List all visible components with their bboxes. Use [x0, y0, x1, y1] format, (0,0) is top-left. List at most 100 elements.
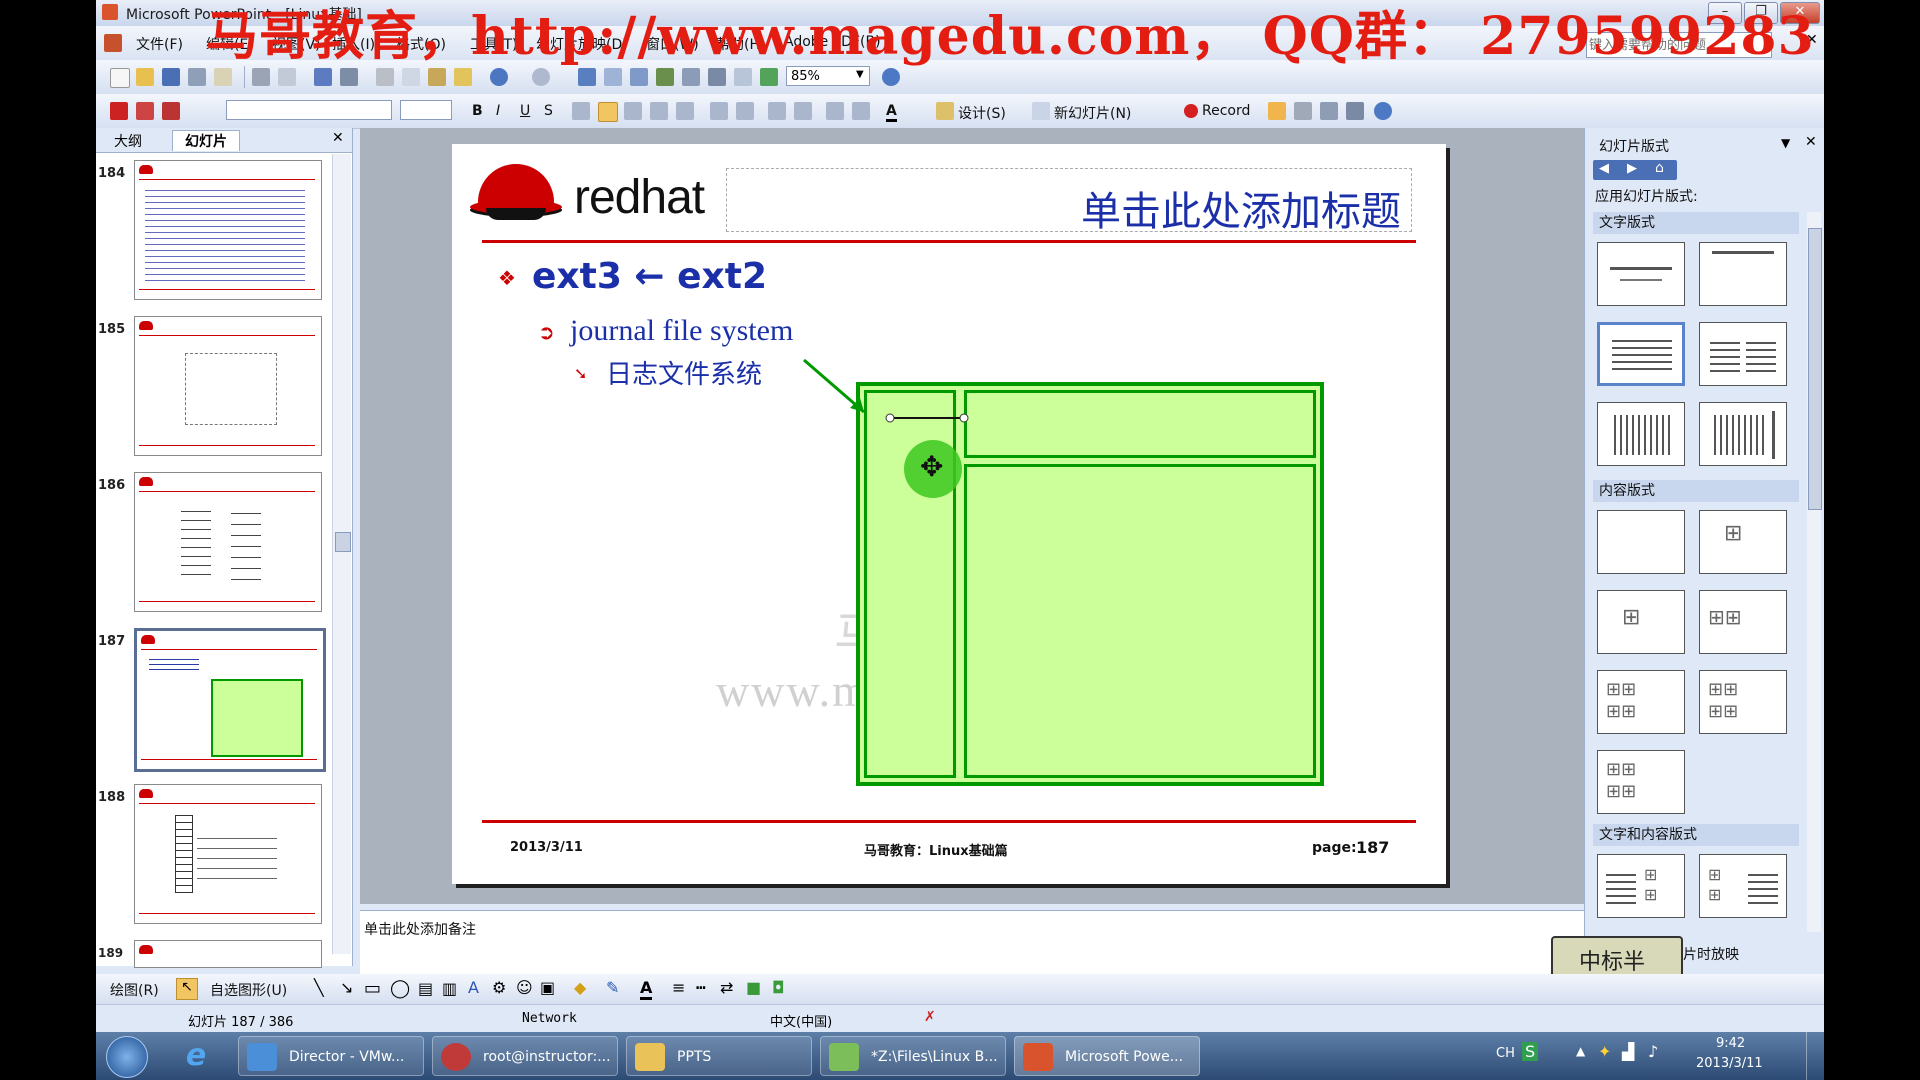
chevron-down-icon[interactable]: ▼ [856, 69, 864, 80]
text-direction-icon[interactable] [676, 102, 694, 120]
tray-expand-icon[interactable]: ▲ [1576, 1044, 1585, 1058]
font-color-icon[interactable]: A [640, 978, 653, 1000]
taskbar-item-active[interactable]: Microsoft Powe... [1014, 1036, 1200, 1076]
ie-icon[interactable]: e [178, 1038, 214, 1074]
italic-button[interactable]: I [496, 103, 500, 119]
clock-date[interactable]: 2013/3/11 [1696, 1056, 1763, 1071]
font-color-icon[interactable]: A [886, 103, 897, 122]
ime-indicator[interactable]: CH [1496, 1046, 1515, 1061]
taskbar-item[interactable]: PPTS [626, 1036, 812, 1076]
grid-icon[interactable] [734, 68, 752, 86]
pdf-email-icon[interactable] [136, 102, 154, 120]
design-button[interactable]: 设计(S) [958, 103, 1006, 123]
align-left-icon[interactable] [572, 102, 590, 120]
slide-thumbnail[interactable] [134, 472, 322, 612]
help-icon[interactable] [882, 68, 900, 86]
publish-icon[interactable] [1320, 102, 1338, 120]
new-slide-icon[interactable] [1032, 102, 1050, 120]
dash-style-icon[interactable]: ┅ [696, 978, 706, 997]
layout-two-column-text[interactable] [1699, 322, 1787, 386]
back-icon[interactable]: ◀ [1599, 161, 1609, 176]
slide-thumbnail-selected[interactable] [134, 628, 326, 772]
undo-icon[interactable] [490, 68, 508, 86]
expand-all-icon[interactable] [682, 68, 700, 86]
layout-title-only[interactable] [1699, 242, 1787, 306]
3d-icon[interactable]: ◘ [772, 978, 785, 997]
layout-blank[interactable] [1597, 510, 1685, 574]
permission-icon[interactable] [188, 68, 206, 86]
sogou-icon[interactable]: S [1522, 1042, 1539, 1061]
pdf-icon[interactable] [110, 102, 128, 120]
record-button[interactable]: Record [1202, 103, 1250, 119]
scrollbar-thumb[interactable] [335, 532, 351, 552]
redo-icon[interactable] [532, 68, 550, 86]
print-preview-icon[interactable] [278, 68, 296, 86]
print-icon[interactable] [252, 68, 270, 86]
pdf-review-icon[interactable] [162, 102, 180, 120]
clipart-icon[interactable]: ☺ [516, 978, 533, 997]
align-right-icon[interactable] [624, 102, 642, 120]
forward-icon[interactable]: ▶ [1627, 161, 1637, 176]
audio-icon[interactable] [1294, 102, 1312, 120]
tables-borders-icon[interactable] [630, 68, 648, 86]
line-style-icon[interactable]: ≡ [672, 978, 685, 997]
autoshapes-menu[interactable]: 自选图形(U) [210, 980, 287, 1000]
font-name-combo[interactable] [226, 100, 392, 120]
menu-file[interactable]: 文件(F) [136, 34, 183, 54]
decrease-font-icon[interactable] [794, 102, 812, 120]
taskbar-item[interactable]: Director - VMw... [238, 1036, 424, 1076]
align-center-icon[interactable] [598, 102, 618, 122]
oval-icon[interactable]: ◯ [390, 978, 410, 999]
hyperlink-icon[interactable] [656, 68, 674, 86]
taskbar-item[interactable]: root@instructor:... [432, 1036, 618, 1076]
cut-icon[interactable] [376, 68, 394, 86]
taskpane-close-icon[interactable]: ✕ [1805, 134, 1817, 150]
spelling-icon[interactable] [314, 68, 332, 86]
layout-title-content[interactable]: ⊞ [1597, 590, 1685, 654]
rectangle-icon[interactable]: ▭ [364, 978, 381, 999]
record-icon[interactable] [1184, 104, 1198, 118]
fill-color-icon[interactable]: ◆ [574, 978, 586, 997]
select-arrow-icon[interactable]: ↖ [176, 978, 198, 1000]
new-slide-button[interactable]: 新幻灯片(N) [1054, 103, 1131, 123]
show-desktop-button[interactable] [1806, 1032, 1824, 1080]
draw-menu[interactable]: 绘图(R) [110, 980, 159, 1000]
slide-thumbnail[interactable] [134, 160, 322, 300]
bullets-icon[interactable] [736, 102, 754, 120]
tab-outline[interactable]: 大纲 [114, 131, 142, 151]
vertical-textbox-icon[interactable]: ▥ [442, 979, 457, 998]
clock-time[interactable]: 9:42 [1716, 1036, 1745, 1051]
diagram-icon[interactable]: ⚙ [492, 978, 506, 997]
settings-icon[interactable] [1346, 102, 1364, 120]
drawn-line-selection[interactable] [882, 408, 972, 428]
slide-thumbnail[interactable] [134, 316, 322, 456]
layout-vertical-text[interactable] [1597, 402, 1685, 466]
bold-button[interactable]: B [472, 103, 483, 119]
show-formatting-icon[interactable] [708, 68, 726, 86]
notes-pane[interactable]: 单击此处添加备注 [360, 910, 1668, 975]
research-icon[interactable] [340, 68, 358, 86]
color-grayscale-icon[interactable] [760, 68, 778, 86]
underline-button[interactable]: U [520, 103, 530, 119]
taskpane-scrollbar[interactable] [1807, 212, 1822, 932]
picture-icon[interactable]: ▣ [540, 978, 555, 997]
layout-four-content[interactable]: ⊞⊞ ⊞⊞ [1597, 750, 1685, 814]
layout-text-and-content[interactable]: ⊞ ⊞ [1597, 854, 1685, 918]
distributed-icon[interactable] [650, 102, 668, 120]
thumbnails-scrollbar[interactable] [332, 154, 351, 954]
arrow-style-icon[interactable]: ⇄ [720, 978, 733, 997]
shadow-icon[interactable]: ■ [746, 978, 761, 997]
table-icon[interactable] [604, 68, 622, 86]
scrollbar-thumb[interactable] [1808, 228, 1822, 510]
tray-app-icon[interactable]: ✦ [1598, 1042, 1611, 1061]
layout-vertical-title-text[interactable] [1699, 402, 1787, 466]
volume-icon[interactable]: ♪ [1648, 1042, 1658, 1061]
close-pane-icon[interactable]: ✕ [332, 130, 344, 146]
green-top-bar[interactable] [964, 390, 1316, 458]
green-main-area[interactable] [964, 464, 1316, 778]
line-icon[interactable]: ╲ [314, 978, 324, 997]
shadow-button[interactable]: S [544, 103, 553, 119]
layout-title-content-2over-b[interactable]: ⊞⊞ ⊞⊞ [1699, 670, 1787, 734]
format-painter-icon[interactable] [454, 68, 472, 86]
network-icon[interactable]: ▟ [1622, 1042, 1634, 1061]
